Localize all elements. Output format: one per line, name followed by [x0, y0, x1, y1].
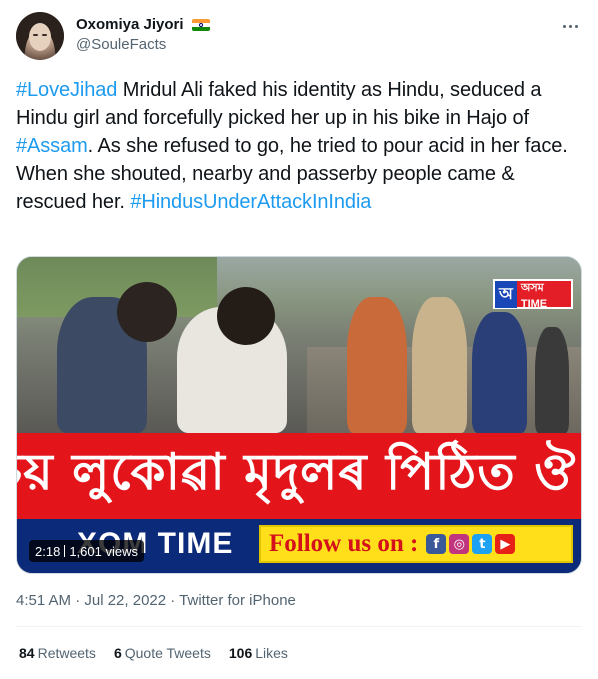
engagement-stats: 84 Retweets 6 Quote Tweets 106 Likes: [19, 645, 288, 661]
tweet-header: Oxomiya Jiyori @SouleFacts: [16, 12, 582, 62]
video-thumbnail: অ অসম TIME: [17, 257, 581, 433]
pill-separator: [64, 545, 66, 557]
video-info-pill: 2:18 1,601 views: [29, 540, 144, 562]
headline-banner-text: পৰিচয় লুকোৱা মৃদুলৰ পিঠিত ঔ কিল: [17, 442, 581, 501]
facebook-icon: f: [426, 534, 447, 554]
video-media[interactable]: অ অসম TIME পৰিচয় লুকোৱা মৃদুলৰ পিঠিত ঔ …: [16, 256, 582, 574]
hashtag-assam[interactable]: #Assam: [16, 135, 88, 157]
hashtag-hindusunderattackinindia[interactable]: #HindusUnderAttackInIndia: [130, 191, 371, 213]
tweet-timestamp[interactable]: 4:51 AM · Jul 22, 2022 · Twitter for iPh…: [16, 592, 296, 609]
handle[interactable]: @SouleFacts: [76, 35, 210, 55]
avatar[interactable]: [16, 12, 64, 60]
retweets-label: Retweets: [37, 645, 96, 661]
youtube-icon: ▶: [495, 534, 516, 554]
follow-us-text: Follow us on :: [269, 530, 419, 557]
quotes-count: 6: [113, 645, 122, 661]
quotes-label: Quote Tweets: [124, 645, 211, 661]
channel-logo: অ অসম TIME: [493, 279, 573, 310]
headline-banner: পৰিচয় লুকোৱা মৃদুলৰ পিঠিত ঔ কিল: [17, 433, 581, 519]
display-name[interactable]: Oxomiya Jiyori: [76, 15, 184, 35]
quote-tweets-stat[interactable]: 6 Quote Tweets: [114, 645, 211, 661]
india-flag-icon: [191, 19, 210, 31]
channel-logo-letter: অ: [495, 280, 517, 308]
social-icons: f ◎ t ▶: [426, 534, 516, 554]
likes-count: 106: [228, 645, 253, 661]
retweets-count: 84: [19, 645, 35, 661]
author-block: Oxomiya Jiyori @SouleFacts: [76, 15, 210, 55]
hashtag-lovejihad[interactable]: #LoveJihad: [16, 79, 117, 101]
instagram-icon: ◎: [449, 534, 470, 554]
follow-us-box: Follow us on : f ◎ t ▶: [259, 525, 573, 563]
retweets-stat[interactable]: 84 Retweets: [19, 645, 96, 661]
divider: [16, 626, 582, 627]
video-duration: 2:18: [35, 543, 61, 559]
display-name-row[interactable]: Oxomiya Jiyori: [76, 15, 210, 35]
likes-label: Likes: [255, 645, 288, 661]
twitter-icon: t: [472, 534, 493, 554]
more-options-icon[interactable]: [560, 16, 580, 36]
likes-stat[interactable]: 106 Likes: [229, 645, 288, 661]
tweet-text: #LoveJihad Mridul Ali faked his identity…: [16, 76, 584, 216]
video-views: 1,601 views: [69, 543, 138, 559]
channel-logo-text: অসম TIME: [520, 281, 548, 310]
